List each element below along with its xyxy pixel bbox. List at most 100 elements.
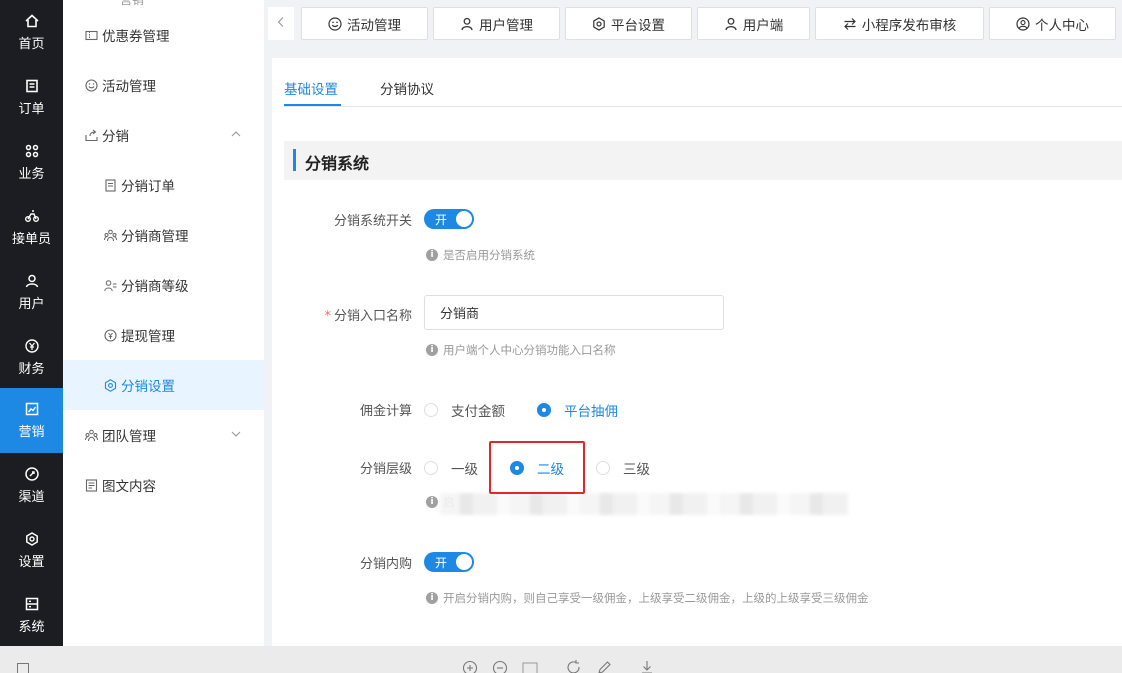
level-option-one[interactable]: 一级 [424,458,478,478]
rider-icon [24,209,39,223]
smile-icon [84,78,98,92]
rail-item-label: 用户 [18,296,45,312]
rail-item-marketing[interactable]: 营销 [0,388,63,453]
home-icon [24,13,39,28]
submenu-item-activity[interactable]: 活动管理 [63,60,264,110]
user-icon [724,17,738,31]
fit-icon[interactable] [522,662,538,673]
radio-label: 支付金额 [451,404,505,420]
redacted-blur [440,493,850,515]
submenu-item-distributor-level[interactable]: 分销商等级 [63,260,264,310]
marketing-icon [25,402,39,416]
submenu-item-label: 图文内容 [102,479,156,495]
rail-item-label: 订单 [18,101,45,117]
info-icon: i [426,344,438,356]
rail-item-channel[interactable]: 渠道 [0,453,63,518]
submenu-item-coupon[interactable]: 优惠券管理 [63,10,264,60]
tab-platform-settings[interactable]: 平台设置 [565,7,692,40]
rail-item-label: 营销 [18,424,45,440]
submenu-item-distribution[interactable]: 分销 [63,110,264,160]
submenu-item-label: 提现管理 [121,329,175,345]
tab-miniprogram-review[interactable]: 小程序发布审核 [815,7,984,40]
zoom-in-icon[interactable] [462,660,478,673]
sub-menu: 営销 优惠券管理 活动管理 分销 分销订单 分销商管理 分销商等级 提现管理 分… [63,0,264,646]
zoom-out-icon[interactable] [492,660,508,673]
level-option-three[interactable]: 三级 [596,458,650,478]
business-icon [25,144,39,158]
section-header: 分销系统 [284,141,1122,180]
rail-item-order[interactable]: 订单 [0,65,63,130]
rail-item-label: 业务 [18,166,45,182]
section-accent-bar [293,149,296,171]
tab-user-management[interactable]: 用户管理 [433,7,560,40]
submenu-item-distributor-management[interactable]: 分销商管理 [63,210,264,260]
switch-on-text: 开 [435,556,448,570]
chevron-left-icon [276,16,286,32]
system-icon [25,597,39,611]
rail-item-finance[interactable]: 财务 [0,325,63,390]
team-icon [84,428,98,442]
tab-activity-management[interactable]: 活动管理 [301,7,428,40]
inner-purchase-hint: i 开启分销内购，则自己享受一级佣金，上级享受二级佣金，上级的上级享受三级佣金 [426,590,869,606]
share-icon [84,128,98,142]
tab-personal-center[interactable]: 个人中心 [989,7,1116,40]
tab-label: 小程序发布审核 [861,17,957,34]
submenu-item-label: 分销商等级 [121,279,189,295]
tab-user-client[interactable]: 用户端 [697,7,810,40]
required-mark: * [324,309,331,324]
hint-text: 开启分销内购，则自己享受一级佣金，上级享受二级佣金，上级的上级享受三级佣金 [443,591,869,605]
inner-purchase-switch[interactable]: 开 [424,552,474,572]
tab-distribution-agreement[interactable]: 分销协议 [380,78,434,98]
submenu-item-label: 分销设置 [121,379,175,395]
distribution-level-label: 分销层级 [359,462,412,477]
radio-circle [596,461,610,475]
tabs-scroll-left-button[interactable] [268,7,294,40]
settings-tabs: 基础设置 分销协议 [284,58,1122,107]
rail-item-settings[interactable]: 设置 [0,518,63,583]
checkbox-icon[interactable] [17,663,29,673]
submenu-item-team[interactable]: 团队管理 [63,410,264,460]
info-icon: i [426,496,438,508]
pen-icon[interactable] [596,660,612,673]
submenu-item-withdraw[interactable]: 提现管理 [63,310,264,360]
entry-name-input[interactable] [424,295,724,330]
rail-item-business[interactable]: 业务 [0,130,63,195]
coupon-icon [84,28,98,42]
submenu-item-label: 分销商管理 [121,229,189,245]
inner-purchase-label: 分销内购 [359,557,412,572]
chevron-down-icon [230,428,244,442]
download-icon[interactable] [640,660,654,673]
rotate-icon[interactable] [566,660,582,673]
rail-item-user[interactable]: 用户 [0,260,63,325]
submenu-item-label: 分销 [102,129,129,145]
user-icon [460,17,474,31]
settings-icon [592,16,606,31]
switch-knob [456,211,472,227]
channel-icon [24,466,39,481]
tab-basic-settings[interactable]: 基础设置 [284,78,338,98]
rail-item-label: 系统 [18,619,45,635]
commission-option-platform-fee[interactable]: 平台抽佣 [537,400,618,420]
distribution-system-switch[interactable]: 开 [424,209,474,229]
submenu-item-distribution-orders[interactable]: 分销订单 [63,160,264,210]
switch-on-text: 开 [435,213,448,227]
user-icon [25,274,39,288]
highlight-box [489,441,585,494]
smile-icon [328,16,342,31]
main-panel: 基础设置 分销协议 分销系统 分销系统开关 开 i 是否启用分销系统 * 分销入口… [272,58,1122,646]
rail-item-rider[interactable]: 接单员 [0,195,63,260]
main-nav-rail: 首页 订单 业务 接单员 用户 财务 营销 渠道 设置 系统 [0,0,63,646]
rail-item-system[interactable]: 系统 [0,583,63,648]
settings-icon [25,531,39,546]
commission-option-payment-amount[interactable]: 支付金额 [424,400,505,420]
switch-knob [456,554,472,570]
rail-item-label: 渠道 [18,489,45,505]
active-tab-indicator [284,104,341,106]
tab-label: 个人中心 [1035,17,1089,34]
submenu-item-articles[interactable]: 图文内容 [63,460,264,510]
bottom-toolbar [0,646,1122,673]
radio-label: 平台抽佣 [564,404,618,420]
rail-item-home[interactable]: 首页 [0,0,63,65]
submenu-item-distribution-settings[interactable]: 分销设置 [63,360,264,410]
chevron-up-icon [230,128,244,142]
